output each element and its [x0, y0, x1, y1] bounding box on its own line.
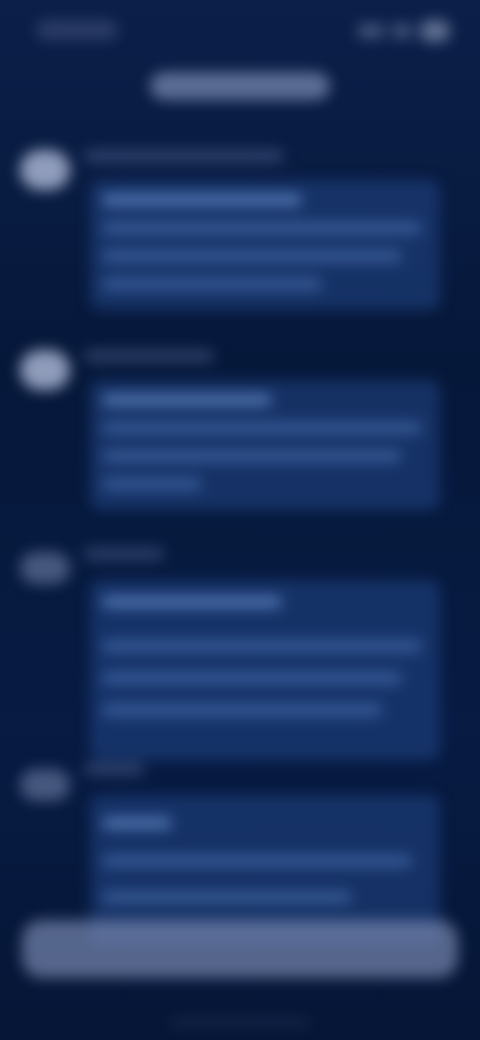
avatar[interactable] [20, 769, 70, 801]
avatar[interactable] [20, 552, 70, 584]
message-line [102, 891, 352, 903]
message-line [102, 222, 422, 234]
message-line [102, 422, 422, 434]
message-line [102, 817, 172, 829]
chat-title[interactable] [150, 72, 330, 100]
message-sender [84, 350, 214, 362]
message-line [102, 394, 272, 406]
status-time [36, 20, 118, 40]
message-line [102, 450, 402, 462]
status-icons [358, 20, 450, 42]
message-bubble[interactable] [90, 180, 440, 310]
signal-icon [358, 24, 384, 38]
status-bar [0, 0, 480, 60]
message-composer[interactable] [22, 920, 458, 978]
battery-icon [420, 20, 450, 42]
message-input[interactable] [22, 920, 458, 978]
message-line [102, 704, 382, 716]
blurred-content [0, 0, 480, 1040]
message-line [102, 672, 402, 684]
chat-screen [0, 0, 480, 1040]
message-line [102, 194, 302, 206]
message-bubble[interactable] [90, 580, 440, 760]
avatar[interactable] [20, 150, 70, 190]
message-bubble[interactable] [90, 380, 440, 510]
home-indicator[interactable] [170, 1020, 310, 1025]
message-sender [84, 763, 144, 775]
avatar[interactable] [20, 350, 70, 390]
message-line [102, 596, 282, 608]
message-line [102, 640, 422, 652]
message-line [102, 250, 402, 262]
message-line [102, 478, 202, 490]
message-line [102, 855, 412, 867]
message-line [102, 278, 322, 290]
message-sender [84, 150, 284, 162]
wifi-icon [392, 24, 412, 38]
message-sender [84, 548, 164, 560]
